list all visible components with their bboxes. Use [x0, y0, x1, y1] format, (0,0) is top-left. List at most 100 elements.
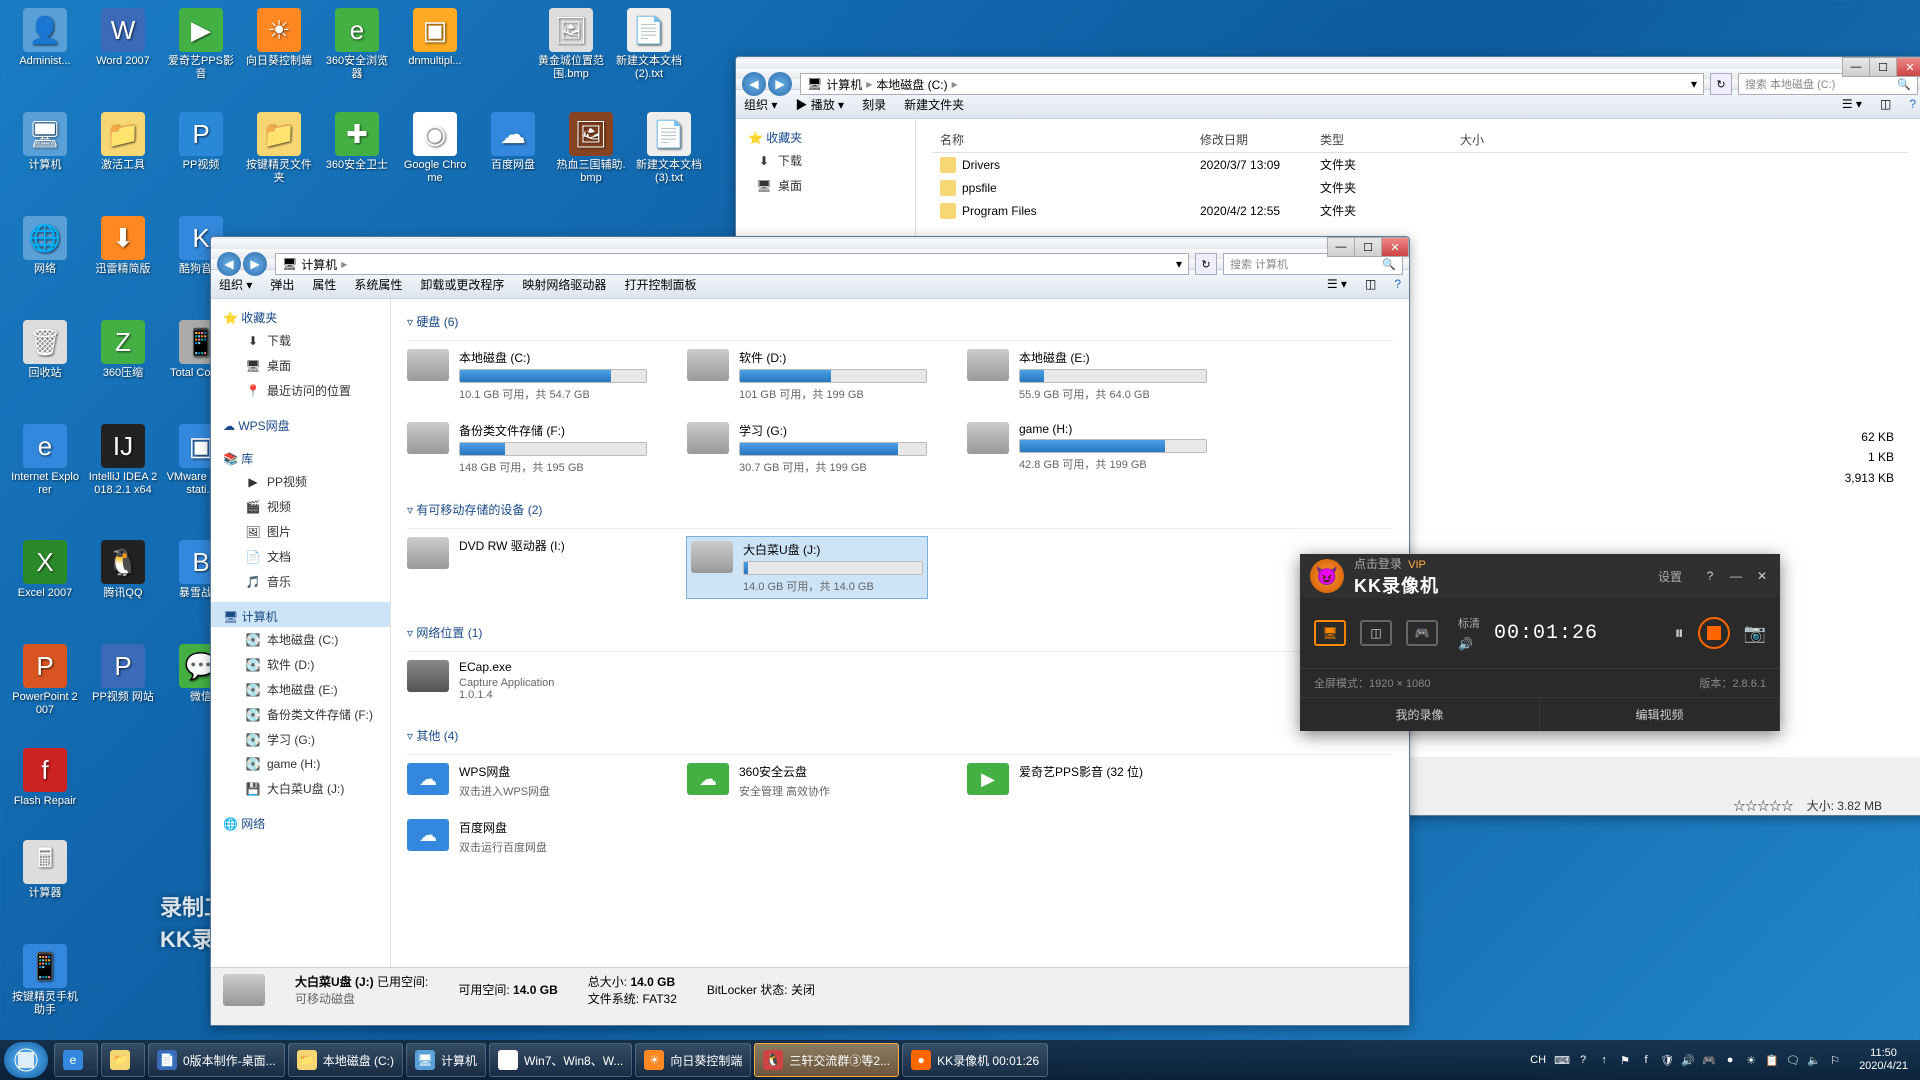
tray-icon[interactable]: 🔈 — [1806, 1052, 1822, 1068]
sidebar-item[interactable]: 💽本地磁盘 (E:) — [211, 677, 390, 702]
tray-icon[interactable]: 🎮 — [1701, 1052, 1717, 1068]
tray-icon[interactable]: 🗨 — [1785, 1052, 1801, 1068]
tab-my-recordings[interactable]: 我的录像 — [1300, 698, 1540, 731]
sidebar-item[interactable]: 💾大白菜U盘 (J:) — [211, 776, 390, 801]
nav-back-button[interactable]: ◀ — [742, 72, 766, 96]
drive-item[interactable]: 学习 (G:) 30.7 GB 可用，共 199 GB — [687, 422, 927, 475]
preview-pane-button[interactable]: ◫ — [1365, 277, 1376, 291]
sidebar-item[interactable]: 💽本地磁盘 (C:) — [211, 627, 390, 652]
desktop-icon[interactable]: eInternet Explorer — [10, 424, 80, 497]
tray-icon[interactable]: ⌨ — [1554, 1052, 1570, 1068]
desktop-icon[interactable]: 🗑回收站 — [10, 320, 80, 380]
desktop-icon[interactable]: ▣dnmultipl... — [400, 8, 470, 68]
tray-icon[interactable]: 📋 — [1764, 1052, 1780, 1068]
volume-icon[interactable]: 🔊 — [1458, 637, 1480, 651]
desktop-icon[interactable]: 🖥计算机 — [10, 112, 80, 172]
taskbar-item[interactable]: ☀向日葵控制端 — [635, 1043, 751, 1077]
desktop-icon[interactable]: WWord 2007 — [88, 8, 158, 68]
category-header[interactable]: ▿ 其他 (4) — [407, 721, 1393, 755]
desktop-icon[interactable]: 🖼黄金城位置范围.bmp — [536, 8, 606, 81]
tray-icon[interactable]: ● — [1722, 1052, 1738, 1068]
tray-icon[interactable]: ⚑ — [1617, 1052, 1633, 1068]
sidebar-item[interactable]: 💽备份类文件存储 (F:) — [211, 702, 390, 727]
pause-button[interactable]: ⏸ — [1675, 623, 1684, 644]
desktop-icon[interactable]: 📄新建文本文档(3).txt — [634, 112, 704, 185]
drive-item[interactable]: DVD RW 驱动器 (I:) — [407, 537, 647, 598]
other-item[interactable]: ▶ 爱奇艺PPS影音 (32 位) — [967, 763, 1207, 799]
tray-icon[interactable]: ↑ — [1596, 1052, 1612, 1068]
desktop-icon[interactable]: 📱按键精灵手机助手 — [10, 944, 80, 1017]
sidebar-item[interactable]: 🖥桌面 — [736, 173, 915, 198]
toolbar-item[interactable]: 新建文件夹 — [904, 96, 964, 113]
desktop-icon[interactable]: 📁按键精灵文件夹 — [244, 112, 314, 185]
desktop-icon[interactable]: ☀向日葵控制端 — [244, 8, 314, 68]
close-icon[interactable]: ✕ — [1754, 569, 1770, 583]
drive-item[interactable]: 本地磁盘 (C:) 10.1 GB 可用，共 54.7 GB — [407, 349, 647, 402]
maximize-button[interactable]: ☐ — [1354, 237, 1382, 257]
sidebar-item[interactable]: 🎵音乐 — [211, 569, 390, 594]
close-button[interactable]: ✕ — [1381, 237, 1409, 257]
desktop-icon[interactable]: PPP视频 — [166, 112, 236, 172]
desktop-icon[interactable]: IJIntelliJ IDEA 2018.2.1 x64 — [88, 424, 158, 497]
taskbar-item[interactable]: 📄0版本制作-桌面... — [148, 1043, 285, 1077]
sidebar-item[interactable]: 🖼图片 — [211, 519, 390, 544]
settings-link[interactable]: 设置 — [1658, 568, 1682, 585]
tray-icon[interactable]: 🛡 — [1659, 1052, 1675, 1068]
taskbar-item[interactable]: e — [54, 1043, 98, 1077]
desktop-icon[interactable]: 🌐网络 — [10, 216, 80, 276]
drive-item[interactable]: 大白菜U盘 (J:) 14.0 GB 可用，共 14.0 GB — [687, 537, 927, 598]
other-item[interactable]: ☁ WPS网盘双击进入WPS网盘 — [407, 763, 647, 799]
sidebar-group[interactable]: 📚 库 — [211, 444, 390, 469]
desktop-icon[interactable]: XExcel 2007 — [10, 540, 80, 600]
tray-icon[interactable]: ☀ — [1743, 1052, 1759, 1068]
desktop-icon[interactable]: ☁百度网盘 — [478, 112, 548, 172]
sidebar-item[interactable]: ⬇下载 — [736, 148, 915, 173]
desktop-icon[interactable]: 🖩计算器 — [10, 840, 80, 900]
desktop-icon[interactable]: ✚360安全卫士 — [322, 112, 392, 172]
sidebar-item[interactable]: 💽game (H:) — [211, 752, 390, 776]
login-link[interactable]: 点击登录 — [1354, 557, 1402, 571]
toolbar-item[interactable]: 刻录 — [862, 96, 886, 113]
desktop-icon[interactable]: e360安全浏览器 — [322, 8, 392, 81]
category-header[interactable]: ▿ 网络位置 (1) — [407, 618, 1393, 652]
toolbar-item[interactable]: ▶ 播放 ▾ — [795, 96, 844, 113]
file-row[interactable]: ppsfile文件夹 — [932, 176, 1908, 199]
toolbar-item[interactable]: 属性 — [312, 276, 336, 293]
address-bar[interactable]: 🖥计算机▸▾ — [275, 253, 1189, 275]
toolbar-item[interactable]: 弹出 — [270, 276, 294, 293]
desktop-icon[interactable]: PPowerPoint 2007 — [10, 644, 80, 717]
taskbar-item[interactable]: 📁本地磁盘 (C:) — [288, 1043, 403, 1077]
column-headers[interactable]: 名称 修改日期 类型 大小 — [932, 127, 1908, 153]
close-button[interactable]: ✕ — [1896, 57, 1920, 77]
view-options[interactable]: ☰ ▾ — [1842, 97, 1862, 111]
sidebar-group[interactable]: 🖥 计算机 — [211, 602, 390, 627]
tray-icon[interactable]: ? — [1575, 1052, 1591, 1068]
screenshot-button[interactable]: 📷 — [1744, 623, 1766, 644]
desktop-icon[interactable]: ⬇迅雷精简版 — [88, 216, 158, 276]
taskbar-item[interactable]: ◉Win7、Win8、W... — [489, 1043, 632, 1077]
sidebar-item[interactable]: ▶PP视频 — [211, 469, 390, 494]
category-header[interactable]: ▿ 硬盘 (6) — [407, 307, 1393, 341]
taskbar-item[interactable]: ●KK录像机 00:01:26 — [902, 1043, 1048, 1077]
drive-item[interactable]: 软件 (D:) 101 GB 可用，共 199 GB — [687, 349, 927, 402]
refresh-button[interactable]: ↻ — [1710, 73, 1732, 95]
taskbar-item[interactable]: 🐧三轩交流群③等2... — [754, 1043, 899, 1077]
sidebar-group[interactable]: ☁ WPS网盘 — [211, 411, 390, 436]
view-options[interactable]: ☰ ▾ — [1327, 277, 1347, 291]
sidebar-item[interactable]: ⬇下载 — [211, 328, 390, 353]
preview-pane-button[interactable]: ◫ — [1880, 97, 1891, 111]
desktop-icon[interactable]: 👤Administ... — [10, 8, 80, 68]
toolbar-item[interactable]: 组织 ▾ — [219, 276, 252, 293]
nav-back-button[interactable]: ◀ — [217, 252, 241, 276]
maximize-button[interactable]: ☐ — [1869, 57, 1897, 77]
desktop-icon[interactable]: 🐧腾讯QQ — [88, 540, 158, 600]
mode-region-button[interactable]: ◫ — [1360, 620, 1392, 646]
drive-item[interactable]: 本地磁盘 (E:) 55.9 GB 可用，共 64.0 GB — [967, 349, 1207, 402]
sidebar-group[interactable]: ⭐ 收藏夹 — [211, 303, 390, 328]
help-button[interactable]: ? — [1909, 97, 1916, 111]
taskbar-item[interactable]: 📁 — [101, 1043, 145, 1077]
address-bar[interactable]: 🖥计算机▸本地磁盘 (C:)▸▾ — [800, 73, 1704, 95]
start-button[interactable] — [4, 1042, 48, 1078]
help-icon[interactable]: ? — [1702, 569, 1718, 583]
sidebar-item[interactable]: 💽学习 (G:) — [211, 727, 390, 752]
